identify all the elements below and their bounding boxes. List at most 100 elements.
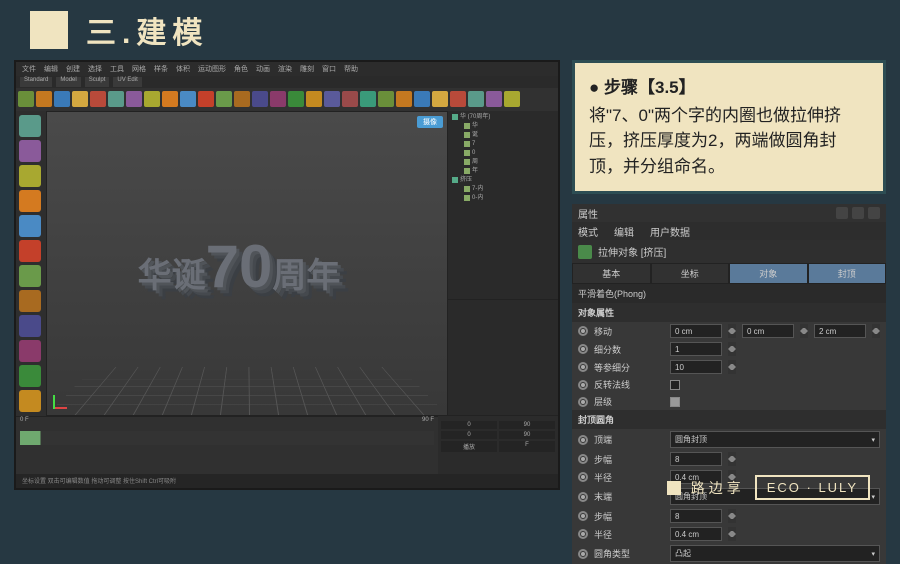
tool-icon[interactable] [19,265,41,287]
panel-icon[interactable] [868,207,880,219]
radio-icon[interactable] [578,454,588,464]
toolbar-icon[interactable] [18,91,34,107]
timeline[interactable]: 0 F90 F [16,416,438,475]
menu-item[interactable]: 运动图形 [198,64,226,74]
left-toolbar[interactable] [16,111,46,416]
layout-tabs[interactable]: StandardModelSculptUV Edit [16,76,558,88]
movement-x-input[interactable] [670,324,722,338]
toolbar-icon[interactable] [324,91,340,107]
main-toolbar[interactable] [16,88,558,111]
hierarchy-item[interactable]: 年 [450,167,556,176]
radio-icon[interactable] [578,472,588,482]
radio-icon[interactable] [578,362,588,372]
toolbar-icon[interactable] [414,91,430,107]
toolbar-icon[interactable] [342,91,358,107]
toolbar-icon[interactable] [108,91,124,107]
hierarchy-item[interactable]: 7 [450,140,556,149]
movement-y-input[interactable] [742,324,794,338]
spinner-icon[interactable] [728,324,736,338]
menu-item[interactable]: 选择 [88,64,102,74]
toolbar-icon[interactable] [360,91,376,107]
phong-tag[interactable]: 平滑着色(Phong) [572,284,886,303]
coord-value[interactable]: 90 [499,431,555,439]
mode-item[interactable]: 编辑 [614,224,634,239]
radio-icon[interactable] [578,511,588,521]
toolbar-icon[interactable] [144,91,160,107]
toolbar-icon[interactable] [450,91,466,107]
menu-item[interactable]: 角色 [234,64,248,74]
cap-top-dropdown[interactable]: 圆角封顶 [670,431,880,448]
menu-item[interactable]: 渲染 [278,64,292,74]
toolbar-icon[interactable] [468,91,484,107]
coordinates-panel[interactable]: 090090播放F [438,416,558,475]
radio-icon[interactable] [578,435,588,445]
flip-normals-checkbox[interactable] [670,380,680,390]
menubar[interactable]: 文件编辑创建选择工具网格样条体积运动图形角色动画渲染雕刻窗口帮助 [16,62,558,76]
hierarchy-group[interactable]: 挤压 [450,176,556,185]
radio-icon[interactable] [578,397,588,407]
material-manager[interactable] [448,300,558,416]
tool-icon[interactable] [19,190,41,212]
toolbar-icon[interactable] [216,91,232,107]
radio-icon[interactable] [578,549,588,559]
radio-icon[interactable] [578,344,588,354]
tool-icon[interactable] [19,390,41,412]
menu-item[interactable]: 雕刻 [300,64,314,74]
tool-icon[interactable] [19,315,41,337]
tool-icon[interactable] [19,115,41,137]
hierarchy-item[interactable]: 华 [450,122,556,131]
coord-value[interactable]: 0 [441,421,497,429]
tool-icon[interactable] [19,290,41,312]
toolbar-icon[interactable] [486,91,502,107]
object-manager[interactable]: 华 (70周年)华诞70周年挤压7-内0-内 [448,111,558,300]
coord-value[interactable]: 播放 [441,441,497,452]
toolbar-icon[interactable] [36,91,52,107]
hierarchy-checkbox[interactable] [670,397,680,407]
tool-icon[interactable] [19,240,41,262]
tool-icon[interactable] [19,165,41,187]
panel-header[interactable]: 属性 [572,204,886,222]
spinner-icon[interactable] [872,324,880,338]
coord-value[interactable]: 0 [441,431,497,439]
panel-icon[interactable] [836,207,848,219]
menu-item[interactable]: 动画 [256,64,270,74]
spinner-icon[interactable] [800,324,808,338]
toolbar-icon[interactable] [198,91,214,107]
attribute-tab[interactable]: 封顶 [808,263,887,284]
spinner-icon[interactable] [728,509,736,523]
menu-item[interactable]: 工具 [110,64,124,74]
hierarchy-item[interactable]: 0 [450,149,556,158]
menu-item[interactable]: 样条 [154,64,168,74]
spinner-icon[interactable] [728,360,736,374]
attribute-tab[interactable]: 基本 [572,263,651,284]
toolbar-icon[interactable] [126,91,142,107]
toolbar-icon[interactable] [504,91,520,107]
toolbar-icon[interactable] [432,91,448,107]
toolbar-icon[interactable] [180,91,196,107]
spinner-icon[interactable] [728,452,736,466]
radio-icon[interactable] [578,492,588,502]
fillet-type-dropdown[interactable]: 凸起 [670,545,880,562]
mode-item[interactable]: 模式 [578,224,598,239]
camera-badge[interactable]: 摄像 [417,116,443,128]
coord-value[interactable]: F [499,441,555,452]
tool-icon[interactable] [19,215,41,237]
hierarchy-item[interactable]: 7-内 [450,185,556,194]
panel-icon[interactable] [852,207,864,219]
mode-item[interactable]: 用户数据 [650,224,690,239]
steps-top-input[interactable] [670,452,722,466]
hierarchy-group[interactable]: 华 (70周年) [450,113,556,122]
tool-icon[interactable] [19,340,41,362]
radius-bottom-input[interactable] [670,527,722,541]
toolbar-icon[interactable] [396,91,412,107]
movement-z-input[interactable] [814,324,866,338]
toolbar-icon[interactable] [234,91,250,107]
radio-icon[interactable] [578,326,588,336]
toolbar-icon[interactable] [306,91,322,107]
toolbar-icon[interactable] [90,91,106,107]
hierarchy-item[interactable]: 周 [450,158,556,167]
hierarchy-item[interactable]: 0-内 [450,194,556,203]
toolbar-icon[interactable] [252,91,268,107]
toolbar-icon[interactable] [270,91,286,107]
toolbar-icon[interactable] [72,91,88,107]
